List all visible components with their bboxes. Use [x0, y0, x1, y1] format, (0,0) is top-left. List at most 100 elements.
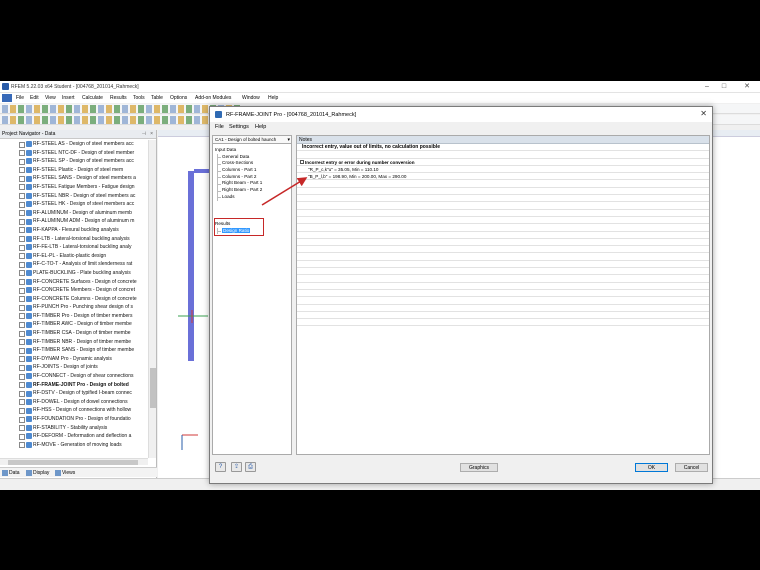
navigator-module-item[interactable]: RF-STEEL SANS - Design of steel members … [0, 174, 148, 183]
navigator-horizontal-scrollbar[interactable] [0, 458, 148, 465]
case-select[interactable]: CA1 - Design of bolted haunch ▾ [213, 136, 291, 144]
navigator-module-item[interactable]: RF-HSS - Design of connections with holl… [0, 406, 148, 415]
navigator-module-item[interactable]: PLATE-BUCKLING - Plate buckling analysis [0, 269, 148, 278]
menu-view[interactable]: View [45, 95, 56, 101]
navigator-module-item[interactable]: RF-CONCRETE Members - Design of concret [0, 286, 148, 295]
maximize-icon[interactable]: □ [717, 82, 731, 92]
expand-icon[interactable] [19, 244, 25, 251]
expand-icon[interactable] [19, 442, 25, 449]
dialog-close-icon[interactable]: ✕ [700, 109, 707, 118]
ok-button[interactable]: OK [635, 463, 668, 472]
scroll-thumb[interactable] [8, 460, 138, 465]
navigator-module-item[interactable]: RF-TIMBER NBR - Design of timber membe [0, 338, 148, 347]
tree-input-item[interactable]: General Data [213, 153, 291, 161]
dialog-menu-help[interactable]: Help [255, 124, 266, 130]
expand-icon[interactable] [19, 210, 25, 217]
expand-icon[interactable] [19, 184, 25, 191]
dialog-menu-settings[interactable]: Settings [229, 124, 249, 130]
graphics-button[interactable]: Graphics [460, 463, 498, 472]
expand-icon[interactable] [19, 175, 25, 182]
navigator-module-item[interactable]: RF-DYNAM Pro - Dynamic analysis [0, 355, 148, 364]
collapse-icon[interactable] [300, 160, 304, 165]
navigator-module-item[interactable]: RF-STEEL HK - Design of steel members ac… [0, 200, 148, 209]
navigator-module-item[interactable]: RF-FE-LTB - Lateral-torsional buckling a… [0, 243, 148, 252]
navigator-module-item[interactable]: RF-KAPPA - Flexural buckling analysis [0, 226, 148, 235]
tree-input-item[interactable]: Right Beam - Part 1 [213, 180, 291, 187]
tree-input-item[interactable]: Columns - Part 2 [213, 173, 291, 181]
expand-icon[interactable] [19, 356, 25, 363]
chevron-down-icon[interactable]: ▾ [287, 136, 290, 143]
minimize-icon[interactable]: – [700, 82, 714, 92]
expand-icon[interactable] [19, 141, 25, 148]
navigator-module-item[interactable]: RF-STEEL AS - Design of steel members ac… [0, 140, 148, 149]
tree-input-item[interactable]: Right Beam - Part 2 [213, 187, 291, 194]
expand-icon[interactable] [19, 193, 25, 200]
menu-tools[interactable]: Tools [133, 95, 145, 101]
navigator-module-item[interactable]: RF-DEFORM - Deformation and deflection a [0, 432, 148, 441]
expand-icon[interactable] [19, 287, 25, 294]
navigator-close-icon[interactable]: × [150, 130, 153, 139]
tab-display[interactable]: Display [26, 469, 49, 477]
menu-insert[interactable]: Insert [62, 95, 75, 101]
navigator-module-item[interactable]: RF-STEEL SP - Design of steel members ac… [0, 157, 148, 166]
expand-icon[interactable] [19, 399, 25, 406]
expand-icon[interactable] [19, 296, 25, 303]
tree-input-data[interactable]: Input Data [213, 147, 291, 154]
expand-icon[interactable] [19, 416, 25, 423]
expand-icon[interactable] [19, 321, 25, 328]
expand-icon[interactable] [19, 364, 25, 371]
navigator-module-item[interactable]: RF-STABILITY - Stability analysis [0, 424, 148, 433]
scroll-thumb[interactable] [150, 368, 156, 408]
document-icon[interactable] [2, 94, 12, 102]
dialog-menu-file[interactable]: File [215, 124, 224, 130]
print-icon-button[interactable]: ⎙ [245, 462, 256, 472]
navigator-module-item[interactable]: RF-ALUMINUM ADM - Design of aluminum m [0, 217, 148, 226]
tab-views[interactable]: Views [55, 469, 75, 477]
expand-icon[interactable] [19, 150, 25, 157]
help-icon-button[interactable]: ? [215, 462, 226, 472]
navigator-module-item[interactable]: RF-ALUMINUM - Design of aluminum memb [0, 209, 148, 218]
expand-icon[interactable] [19, 279, 25, 285]
menu-add-on-modules[interactable]: Add-on Modules [195, 95, 231, 101]
tab-data[interactable]: Data [2, 469, 20, 477]
expand-icon[interactable] [19, 253, 25, 260]
navigator-module-item[interactable]: RF-LTB - Lateral-torsional buckling anal… [0, 235, 148, 244]
navigator-module-item[interactable]: RF-STEEL Plastic - Design of steel mem [0, 166, 148, 175]
navigator-module-item[interactable]: RF-STEEL Fatigue Members - Fatigue desig… [0, 183, 148, 192]
expand-icon[interactable] [19, 339, 25, 346]
navigator-module-item[interactable]: RF-STEEL NBR - Design of steel members a… [0, 192, 148, 201]
expand-icon[interactable] [19, 425, 25, 432]
menu-help[interactable]: Help [268, 95, 278, 101]
menu-table[interactable]: Table [151, 95, 163, 101]
menu-calculate[interactable]: Calculate [82, 95, 103, 101]
navigator-module-item[interactable]: RF-C-TO-T - Analysis of limit slendernes… [0, 260, 148, 269]
export-icon-button[interactable]: ⇪ [231, 462, 242, 472]
tree-input-item[interactable]: Cross-Sections [213, 160, 291, 167]
expand-icon[interactable] [19, 261, 25, 268]
expand-icon[interactable] [19, 390, 25, 397]
navigator-module-item[interactable]: RF-DSTV - Design of typified I-beam conn… [0, 389, 148, 398]
expand-icon[interactable] [19, 373, 25, 380]
expand-icon[interactable] [19, 227, 25, 234]
menu-options[interactable]: Options [170, 95, 187, 101]
close-icon[interactable]: ✕ [740, 82, 754, 92]
cancel-button[interactable]: Cancel [675, 463, 708, 472]
expand-icon[interactable] [19, 313, 25, 320]
navigator-module-item[interactable]: RF-DOWEL - Design of dowel connections [0, 398, 148, 407]
navigator-module-item[interactable]: RF-CONCRETE Columns - Design of concrete [0, 295, 148, 304]
expand-icon[interactable] [19, 236, 25, 243]
navigator-module-item[interactable]: RF-TIMBER SANS - Design of timber membe [0, 346, 148, 355]
navigator-vertical-scrollbar[interactable] [148, 140, 156, 458]
navigator-module-item[interactable]: RF-CONCRETE Surfaces - Design of concret… [0, 278, 148, 287]
menu-results[interactable]: Results [110, 95, 127, 101]
navigator-module-item[interactable]: RF-FRAME-JOINT Pro - Design of bolted [0, 381, 148, 390]
expand-icon[interactable] [19, 347, 25, 354]
expand-icon[interactable] [19, 330, 25, 337]
toolbar-icons-2[interactable] [2, 116, 212, 124]
expand-icon[interactable] [19, 201, 25, 208]
menu-file[interactable]: File [16, 95, 24, 101]
navigator-module-item[interactable]: RF-JOINTS - Design of joints [0, 363, 148, 372]
navigator-module-item[interactable]: RF-TIMBER CSA - Design of timber membe [0, 329, 148, 338]
toolbar-icons[interactable] [2, 105, 242, 113]
menu-window[interactable]: Window [242, 95, 260, 101]
